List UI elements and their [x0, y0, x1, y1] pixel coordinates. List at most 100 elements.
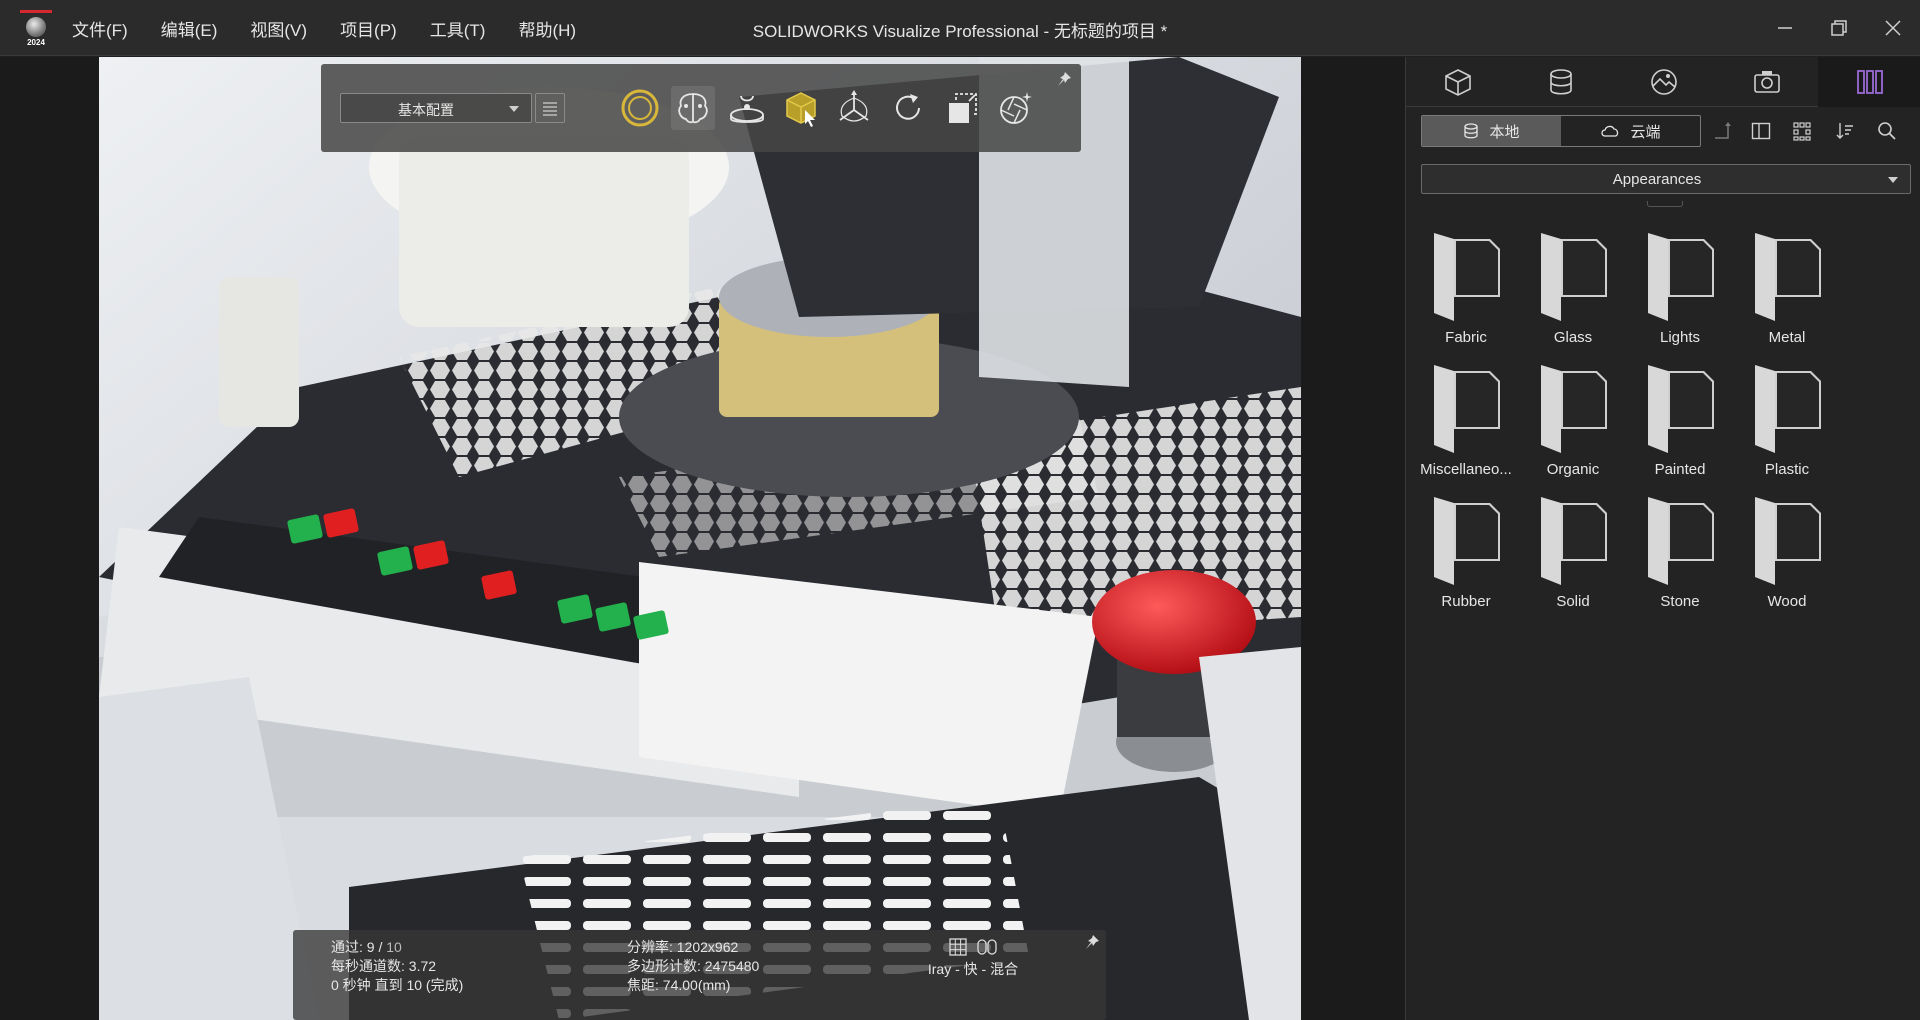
hud-icons: [893, 938, 1053, 956]
palette-tabs: [1406, 57, 1920, 107]
database-icon: [1464, 123, 1479, 139]
menu-file[interactable]: 文件(F): [72, 16, 128, 41]
render-mode-button[interactable]: [618, 86, 662, 130]
focal-length-text: 焦距: 74.00(mm): [627, 977, 731, 993]
folder-item[interactable]: Fabric: [1416, 229, 1516, 349]
folder-icon: [1648, 365, 1714, 453]
folder-icon: [1541, 497, 1607, 585]
menu-view[interactable]: 视图(V): [250, 16, 307, 41]
resolution-text: 分辨率: 1202x962: [627, 939, 739, 955]
menu-bar: 文件(F) 编辑(E) 视图(V) 项目(P) 工具(T) 帮助(H): [72, 0, 609, 56]
folder-name: Glass: [1553, 329, 1593, 346]
menu-help[interactable]: 帮助(H): [518, 16, 576, 41]
palette-panel: 本地 云端 Appearances Fabric Glass Lights Me…: [1405, 57, 1920, 1020]
search-icon: [1878, 122, 1896, 140]
folder-item[interactable]: Solid: [1523, 493, 1623, 613]
minimize-button[interactable]: [1758, 0, 1812, 56]
folder-icon: [1434, 365, 1500, 453]
source-cloud-label: 云端: [1630, 123, 1661, 141]
tab-libraries[interactable]: [1818, 57, 1920, 107]
source-local-button[interactable]: 本地: [1422, 116, 1561, 146]
folder-item[interactable]: Glass: [1523, 229, 1623, 349]
chevron-down-icon: [1888, 177, 1898, 183]
render-viewport[interactable]: [99, 57, 1301, 1020]
folder-item[interactable]: Organic: [1523, 361, 1623, 481]
cloud-icon: [1601, 125, 1619, 137]
close-icon: [1885, 20, 1901, 36]
menu-project[interactable]: 项目(P): [340, 16, 397, 41]
folder-icon: [1755, 497, 1821, 585]
folder-icon: [1648, 497, 1714, 585]
grid-icon[interactable]: [949, 938, 967, 956]
menu-tools[interactable]: 工具(T): [430, 16, 486, 41]
denoiser-button[interactable]: [671, 86, 715, 130]
select-model-button[interactable]: [779, 86, 823, 130]
source-cloud-button[interactable]: 云端: [1561, 116, 1700, 146]
rendered-model-scene: [99, 57, 1301, 1020]
turntable-button[interactable]: [725, 86, 769, 130]
transform-gizmo-button[interactable]: [832, 86, 876, 130]
folder-name: Miscellaneo...: [1420, 461, 1512, 478]
folder-name: Wood: [1767, 593, 1807, 610]
folder-icon: [1541, 233, 1607, 321]
tab-scenes[interactable]: [1612, 57, 1715, 107]
library-type-dropdown[interactable]: Appearances: [1421, 164, 1911, 194]
list-icon: [543, 102, 557, 116]
folder-item[interactable]: Wood: [1737, 493, 1837, 613]
folder-item[interactable]: Painted: [1630, 361, 1730, 481]
rotate-button[interactable]: [886, 86, 930, 130]
auto-focus-button[interactable]: [993, 86, 1037, 130]
tab-cameras[interactable]: [1715, 57, 1818, 107]
chevron-down-icon: [509, 106, 519, 112]
passes-label: 通过:: [331, 939, 363, 955]
expand-handle[interactable]: [1647, 201, 1683, 207]
pin-hud-button[interactable]: [1084, 934, 1100, 953]
folder-icon: [1434, 233, 1500, 321]
search-button[interactable]: [1873, 117, 1901, 145]
polygon-count-text: 多边形计数: 2475480: [627, 958, 760, 974]
window-controls: [1758, 0, 1920, 56]
render-progress-stats: 通过: 9 / 10 每秒通道数: 3.72 0 秒钟 直到 10 (完成): [331, 938, 463, 995]
passes-per-second: 每秒通道数: 3.72: [331, 958, 437, 974]
grid-view-icon: [1793, 122, 1811, 141]
menu-edit[interactable]: 编辑(E): [161, 16, 218, 41]
scene-environment-icon: [1650, 69, 1677, 95]
libraries-books-icon: [1856, 70, 1883, 94]
render-mode-text: Iray - 快 - 混合: [927, 961, 1019, 977]
folder-item[interactable]: Miscellaneo...: [1416, 361, 1516, 481]
minimize-icon: [1778, 27, 1792, 29]
navigate-up-button[interactable]: [1709, 117, 1737, 145]
render-mode-info: Iray - 快 - 混合: [893, 938, 1053, 979]
model-set-button[interactable]: [940, 86, 984, 130]
configuration-label: 基本配置: [398, 102, 454, 118]
folder-item[interactable]: Rubber: [1416, 493, 1516, 613]
tab-appearances[interactable]: [1509, 57, 1612, 107]
remaining-time: 0 秒钟 直到 10 (完成): [331, 977, 464, 993]
folder-name: Stone: [1660, 593, 1700, 610]
toggle-preview-button[interactable]: [1747, 117, 1775, 145]
folder-item[interactable]: Metal: [1737, 229, 1837, 349]
passes-total-input[interactable]: 10: [386, 939, 402, 955]
pin-toolbar-button[interactable]: [1055, 70, 1073, 93]
select-model-icon: [786, 92, 816, 127]
configuration-dropdown[interactable]: 基本配置: [340, 93, 532, 123]
folder-name: Lights: [1659, 329, 1701, 346]
close-button[interactable]: [1866, 0, 1920, 56]
folder-icon: [1434, 497, 1500, 585]
turntable-icon: [730, 95, 764, 123]
passes-current: 9 /: [366, 939, 383, 955]
folder-item[interactable]: Plastic: [1737, 361, 1837, 481]
transform-gizmo-icon: [839, 90, 869, 122]
app-logo[interactable]: 2024: [20, 10, 52, 47]
restore-button[interactable]: [1812, 0, 1866, 56]
stereo-icon[interactable]: [977, 938, 997, 956]
view-mode-button[interactable]: [1788, 117, 1816, 145]
tab-models[interactable]: [1406, 57, 1509, 107]
folder-icon: [1755, 365, 1821, 453]
folder-item[interactable]: Lights: [1630, 229, 1730, 349]
folder-item[interactable]: Stone: [1630, 493, 1730, 613]
sort-button[interactable]: [1831, 117, 1859, 145]
render-stats-hud: 通过: 9 / 10 每秒通道数: 3.72 0 秒钟 直到 10 (完成) 分…: [293, 930, 1106, 1020]
configuration-list-button[interactable]: [535, 93, 565, 123]
logo-year: 2024: [27, 38, 45, 47]
